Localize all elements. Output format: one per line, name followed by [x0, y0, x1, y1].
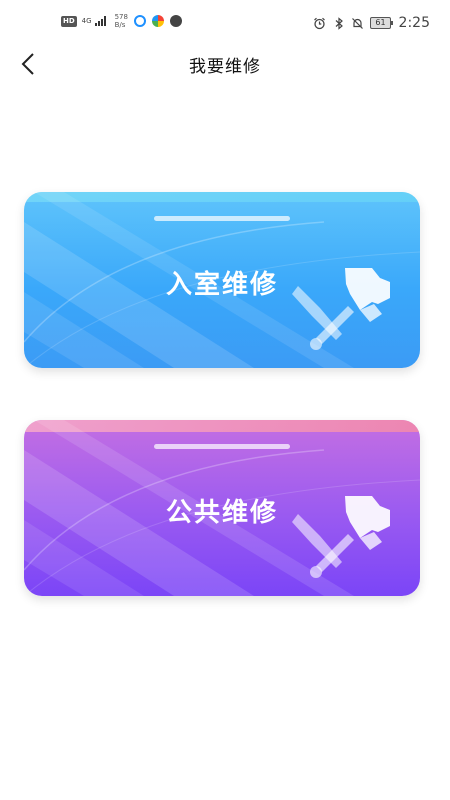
- app-notification-icon: [133, 15, 146, 27]
- mute-bell-icon: [351, 17, 364, 30]
- speed-unit: B/s: [114, 21, 126, 29]
- card-top-bar: [154, 444, 290, 449]
- battery-icon: 61: [370, 17, 393, 29]
- app-notification-icon: [151, 15, 164, 27]
- card-top-bar: [154, 216, 290, 221]
- speed-value: 578: [114, 13, 128, 21]
- public-repair-card[interactable]: 公共维修: [24, 420, 420, 596]
- page-title: 我要维修: [189, 57, 261, 77]
- wrench-hammer-icon: [290, 492, 400, 586]
- in-home-repair-card[interactable]: 入室维修: [24, 192, 420, 368]
- hd-badge: HD: [61, 15, 77, 27]
- status-time: 2:25: [398, 15, 430, 31]
- status-left: HD 4G 578 B/s: [61, 13, 182, 29]
- wrench-hammer-icon: [290, 264, 400, 358]
- network-speed: 578 B/s: [115, 13, 128, 29]
- network-type: 4G: [81, 17, 92, 25]
- status-right: 61 2:25: [313, 15, 430, 31]
- signal-icon: [94, 16, 106, 26]
- status-bar: HD 4G 578 B/s 61 2:25: [0, 0, 450, 46]
- alarm-icon: [313, 17, 326, 30]
- bluetooth-icon: [332, 16, 345, 30]
- app-notification-icon: [169, 15, 182, 27]
- header: 我要维修: [0, 46, 450, 86]
